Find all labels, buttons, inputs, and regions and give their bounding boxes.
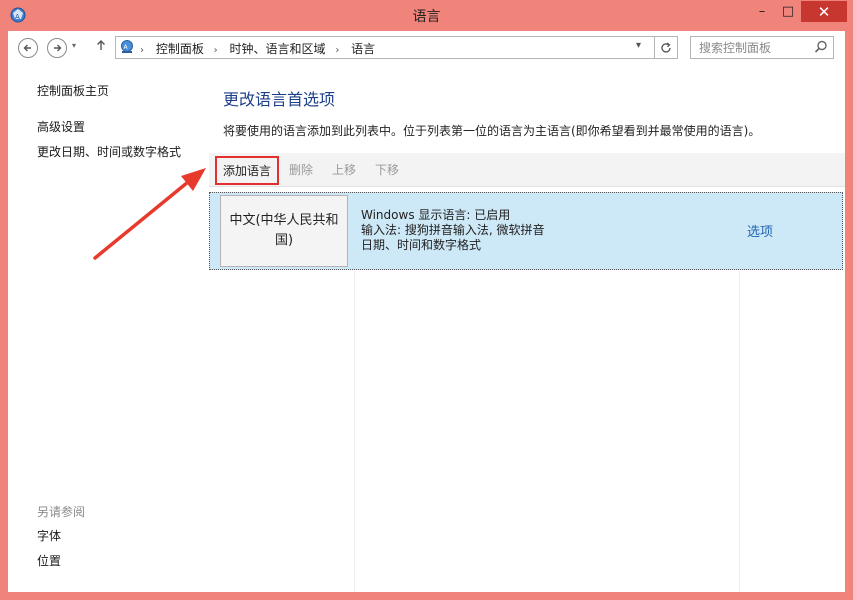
remove-button[interactable]: 删除 <box>289 161 313 178</box>
sidebar-advanced-settings[interactable]: 高级设置 <box>37 118 85 135</box>
recent-pages-dropdown[interactable]: ▾ <box>72 41 76 50</box>
forward-arrow-icon <box>54 44 62 52</box>
language-options-link[interactable]: 选项 <box>747 221 773 240</box>
up-button[interactable] <box>96 39 106 55</box>
sidebar-control-panel-home[interactable]: 控制面板主页 <box>37 82 109 99</box>
forward-button[interactable] <box>47 38 67 58</box>
input-methods: 输入法: 搜狗拼音输入法, 微软拼音 <box>361 223 545 237</box>
page-title: 更改语言首选项 <box>223 90 336 109</box>
see-also-heading: 另请参阅 <box>37 505 86 519</box>
language-toolbar: 添加语言 删除 上移 下移 <box>209 153 845 187</box>
breadcrumb-separator: › <box>213 45 218 56</box>
column-divider <box>739 270 740 592</box>
refresh-button[interactable] <box>655 36 678 59</box>
window-title: 语言 <box>412 9 441 25</box>
breadcrumb-clock-language-region[interactable]: 时钟、语言和区域 <box>230 42 326 56</box>
move-up-button[interactable]: 上移 <box>332 161 356 178</box>
see-also-location[interactable]: 位置 <box>37 552 61 569</box>
breadcrumb-separator: › <box>335 45 340 56</box>
search-icon[interactable] <box>814 40 828 54</box>
search-input[interactable] <box>691 37 817 58</box>
close-button[interactable]: ✕ <box>801 1 847 22</box>
breadcrumb-separator: › <box>140 45 144 56</box>
page-description: 将要使用的语言添加到此列表中。位于列表第一位的语言为主语言(即你希望看到并最常使… <box>223 124 761 138</box>
sidebar: 控制面板主页 高级设置 更改日期、时间或数字格式 另请参阅 字体 位置 <box>8 65 208 592</box>
sidebar-change-date-time-format[interactable]: 更改日期、时间或数字格式 <box>37 143 181 160</box>
window: A 语言 – □ ✕ ▾ A › 控制面板 › 时钟、语言和区域 › 语言 ▾ … <box>0 0 853 600</box>
move-down-button[interactable]: 下移 <box>375 161 399 178</box>
search-box[interactable] <box>690 36 834 59</box>
back-button[interactable] <box>18 38 38 58</box>
language-details: Windows 显示语言: 已启用 输入法: 搜狗拼音输入法, 微软拼音 日期、… <box>361 208 545 253</box>
breadcrumb: › 控制面板 › 时钟、语言和区域 › 语言 <box>138 40 379 57</box>
address-history-dropdown[interactable]: ▾ <box>636 40 641 51</box>
minimize-button[interactable]: – <box>749 1 775 22</box>
main-content: 更改语言首选项 将要使用的语言添加到此列表中。位于列表第一位的语言为主语言(即你… <box>208 65 845 592</box>
refresh-icon <box>661 41 671 53</box>
back-arrow-icon <box>23 44 31 52</box>
title-bar[interactable]: A 语言 – □ ✕ <box>0 0 853 31</box>
breadcrumb-control-panel[interactable]: 控制面板 <box>156 42 204 56</box>
see-also-fonts[interactable]: 字体 <box>37 527 61 544</box>
control-panel-icon: A <box>121 40 133 53</box>
display-language-status: Windows 显示语言: 已启用 <box>361 208 511 222</box>
address-bar-row: ▾ A › 控制面板 › 时钟、语言和区域 › 语言 ▾ <box>8 31 845 65</box>
column-divider <box>354 270 355 592</box>
language-name[interactable]: 中文(中华人民共和国) <box>220 195 348 267</box>
client-area: ▾ A › 控制面板 › 时钟、语言和区域 › 语言 ▾ 搜索控制面板 控制面板… <box>8 31 845 592</box>
add-language-button[interactable]: 添加语言 <box>215 156 280 185</box>
address-field[interactable]: A › 控制面板 › 时钟、语言和区域 › 语言 ▾ <box>115 36 655 59</box>
language-list-item[interactable]: 中文(中华人民共和国) Windows 显示语言: 已启用 输入法: 搜狗拼音输… <box>209 192 843 270</box>
maximize-button[interactable]: □ <box>775 1 801 22</box>
formats-info: 日期、时间和数字格式 <box>361 238 482 252</box>
breadcrumb-language[interactable]: 语言 <box>351 42 375 56</box>
up-arrow-icon <box>97 40 105 50</box>
